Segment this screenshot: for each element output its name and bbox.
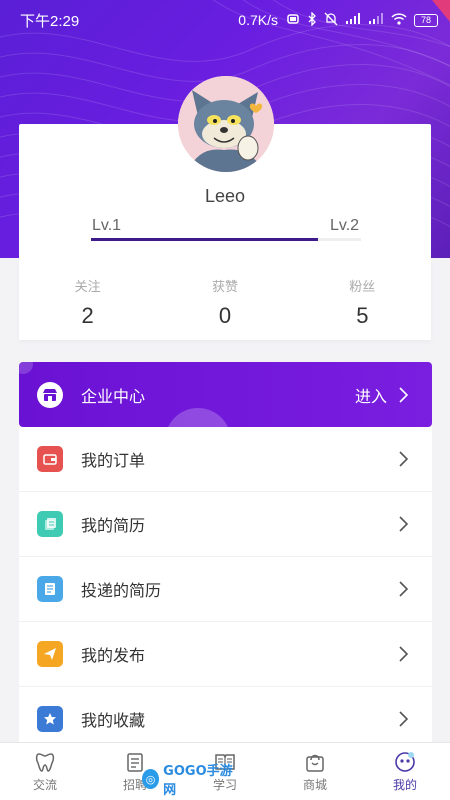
wifi-icon [391,12,407,28]
decorative-circle [165,408,231,427]
stat-likes[interactable]: 获赞 0 [165,260,285,340]
tab-mall[interactable]: 商城 [270,743,360,800]
vibrate-icon [285,12,301,28]
tab-mine[interactable]: 我的 [360,743,450,800]
stat-label: 粉丝 [349,279,376,294]
menu-item-sent-resumes[interactable]: 投递的简历 [19,557,432,622]
enter-label: 进入 [354,388,387,406]
enterprise-enter-button[interactable]: 进入 [355,383,408,407]
wallet-icon [37,446,63,472]
enterprise-label: 企业中心 [81,388,146,406]
stat-following[interactable]: 关注 2 [28,260,148,340]
stat-value: 5 [356,303,369,328]
cat-avatar-illustration [178,76,274,172]
status-icons: 0.7K/s 78 [238,10,438,29]
level-progress-fill [91,238,318,241]
chevron-right-icon [399,516,408,532]
watermark-text: GOGO手游网 [163,764,233,798]
chevron-right-icon [399,386,408,403]
tab-label: 商城 [302,778,327,792]
star-icon [37,706,63,732]
stat-fans[interactable]: 粉丝 5 [302,260,422,340]
stat-label: 获赞 [211,279,238,294]
menu-item-resume[interactable]: 我的简历 [19,492,432,557]
avatar[interactable] [178,76,274,172]
menu-label: 我的简历 [81,518,146,535]
level-next: Lv.2 [330,217,360,234]
chevron-right-icon [399,711,408,727]
watermark-logo-icon: ◎ [142,769,160,789]
tooth-icon [35,753,55,772]
battery-indicator: 78 [414,13,438,27]
profile-icon [395,752,415,772]
stat-value: 2 [81,303,94,328]
level-progress-bar [91,238,361,241]
chevron-right-icon [399,646,408,662]
menu-item-orders[interactable]: 我的订单 [19,427,432,492]
chevron-right-icon [399,451,408,467]
paper-plane-icon [37,641,63,667]
sent-resume-icon [37,576,63,602]
menu-label: 投递的简历 [81,583,162,600]
status-time: 下午2:29 [20,12,80,30]
chevron-right-icon [399,581,408,597]
bluetooth-icon [308,10,317,29]
menu-item-publish[interactable]: 我的发布 [19,622,432,687]
shopping-bag-icon [306,754,324,772]
signal-icon-2 [368,12,384,28]
tab-label: 交流 [32,778,57,792]
enterprise-center-banner[interactable]: 企业中心 进入 [19,362,432,427]
decorative-circle [19,362,33,374]
document-icon [37,511,63,537]
menu-label: 我的订单 [81,453,146,470]
tab-label: 我的 [392,778,417,792]
mute-icon [324,12,338,29]
status-bar: 下午2:29 0.7K/s 78 [0,0,450,40]
signal-icon [345,12,361,28]
watermark: ◎ GOGO手游网 [142,764,234,798]
menu-label: 我的发布 [81,648,146,665]
username: Leeo [204,186,246,206]
store-icon [37,381,63,408]
stat-label: 关注 [74,279,101,294]
menu-label: 我的收藏 [81,713,146,730]
tab-exchange[interactable]: 交流 [0,743,90,800]
stat-value: 0 [218,303,232,328]
network-speed: 0.7K/s [238,12,278,28]
level-current: Lv.1 [92,217,122,234]
menu-list: 企业中心 进入 我的订单 我的简历 投递的简历 我的发布 我的收藏 [19,362,432,752]
stats-card: 关注 2 获赞 0 粉丝 5 [19,260,431,340]
